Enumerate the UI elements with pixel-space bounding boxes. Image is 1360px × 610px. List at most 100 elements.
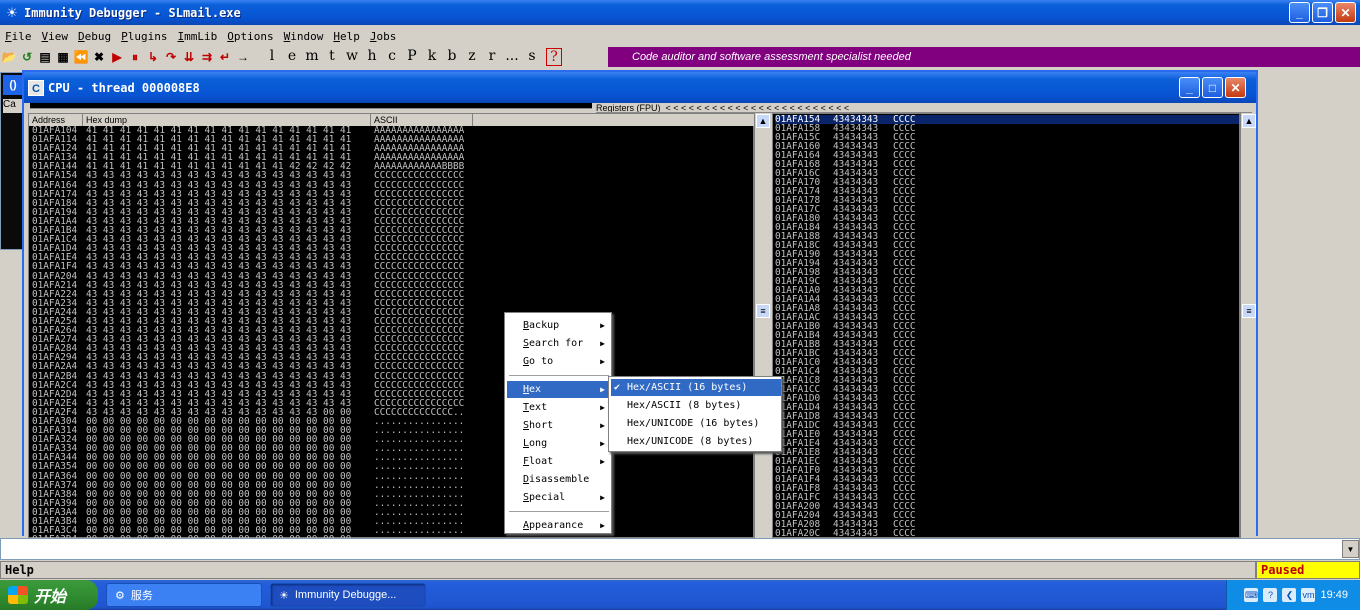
open-folder-icon[interactable]: 📂 — [0, 48, 18, 66]
minimize-button[interactable]: _ — [1289, 2, 1310, 23]
immunity-app-icon: ☀ — [6, 4, 18, 20]
context-item-special[interactable]: Special ▶ — [507, 489, 611, 506]
stack-scroll-up-icon[interactable]: ▲ — [1242, 114, 1256, 128]
disassembly-pane-strip[interactable] — [30, 103, 592, 109]
toolbar-button-6[interactable]: c — [382, 48, 402, 66]
taskbar-item-immunity[interactable]: ☀ Immunity Debugge... — [270, 583, 426, 607]
menu-file[interactable]: File — [0, 30, 37, 43]
close-process-icon[interactable]: ✖ — [90, 48, 108, 66]
context-item-go-to[interactable]: Go to ▶ — [507, 353, 611, 370]
submenu-arrow-icon: ▶ — [600, 321, 605, 330]
context-item-appearance[interactable]: Appearance ▶ — [507, 517, 611, 534]
context-item-disassemble[interactable]: Disassemble — [507, 471, 611, 488]
banner-ad[interactable]: Code auditor and software assessment spe… — [608, 47, 1360, 67]
view-memory-icon[interactable]: ▤ — [36, 48, 54, 66]
vmware-icon[interactable]: vm — [1301, 588, 1316, 602]
menu-debug[interactable]: Debug — [73, 30, 116, 43]
toolbar-button-9[interactable]: b — [442, 48, 462, 66]
command-input[interactable]: ▼ — [0, 538, 1360, 560]
scroll-up-icon[interactable]: ▲ — [756, 114, 770, 128]
step-into-icon[interactable]: ↳ — [144, 48, 162, 66]
menu-jobs[interactable]: Jobs — [365, 30, 402, 43]
start-button[interactable]: 开始 — [0, 580, 98, 610]
execute-till-return-icon[interactable]: ↵ — [216, 48, 234, 66]
context-item-hex[interactable]: Hex ▶ — [507, 381, 611, 398]
toolbar-button-3[interactable]: t — [322, 48, 342, 66]
run-icon[interactable]: ▶ — [108, 48, 126, 66]
pause-icon[interactable]: ⏸ — [126, 48, 144, 66]
toolbar-button-11[interactable]: r — [482, 48, 502, 66]
toolbar-button-0[interactable]: l — [262, 48, 282, 66]
context-item-label: Appearance — [523, 520, 584, 531]
submenu-arrow-icon: ▶ — [600, 439, 605, 448]
keyboard-icon[interactable]: ⌨ — [1244, 588, 1259, 602]
submenu-item-2[interactable]: Hex/UNICODE (16 bytes) — [611, 415, 781, 432]
toolbar-button-13[interactable]: s — [522, 48, 542, 66]
stack-scrollbar[interactable]: ▲ ≡ — [1240, 113, 1256, 538]
background-child-window[interactable]: () Ca — [0, 72, 24, 250]
toolbar-button-1[interactable]: e — [282, 48, 302, 66]
go-to-icon[interactable]: → — [234, 48, 252, 66]
cpu-close-button[interactable]: ✕ — [1225, 77, 1246, 98]
help-icon[interactable]: ? — [1263, 588, 1278, 602]
start-label: 开始 — [34, 589, 67, 606]
toolbar-button-7[interactable]: P — [402, 48, 422, 66]
cpu-titlebar[interactable]: C CPU - thread 000008E8 _ □ ✕ — [24, 72, 1256, 103]
cpu-minimize-button[interactable]: _ — [1179, 77, 1200, 98]
taskbar-item-services[interactable]: ⚙ 服务 — [106, 583, 262, 607]
menu-help[interactable]: Help — [328, 30, 365, 43]
step-over-icon[interactable]: ↷ — [162, 48, 180, 66]
submenu-item-1[interactable]: Hex/ASCII (8 bytes) — [611, 397, 781, 414]
dump-header-ascii[interactable]: ASCII — [371, 114, 473, 126]
dump-header: Address Hex dump ASCII — [29, 114, 755, 126]
menu-immlib[interactable]: ImmLib — [173, 30, 223, 43]
context-menu: Backup ▶ Search for ▶ Go to ▶ Hex ▶ Text ▶ Short ▶ L… — [504, 312, 612, 534]
rewind-icon[interactable]: ⏪ — [72, 48, 90, 66]
cpu-window-icon: C — [28, 79, 44, 96]
context-item-float[interactable]: Float ▶ — [507, 453, 611, 470]
submenu-item-0[interactable]: ✔ Hex/ASCII (16 bytes) — [611, 379, 781, 396]
toolbar-button-2[interactable]: m — [302, 48, 322, 66]
app-titlebar[interactable]: ☀ Immunity Debugger - SLmail.exe _ ❐ ✕ — [0, 0, 1360, 25]
dump-header-hex[interactable]: Hex dump — [83, 114, 371, 126]
cpu-maximize-button[interactable]: □ — [1202, 77, 1223, 98]
scroll-thumb[interactable]: ≡ — [756, 304, 770, 318]
context-item-label: Backup — [523, 320, 560, 331]
toolbar-button-10[interactable]: z — [462, 48, 482, 66]
toolbar-button-8[interactable]: k — [422, 48, 442, 66]
toolbar-button-4[interactable]: w — [342, 48, 362, 66]
back-arrow-icon[interactable]: ❮ — [1282, 588, 1297, 602]
close-button[interactable]: ✕ — [1335, 2, 1356, 23]
registers-pane-header[interactable]: Registers (FPU) < < < < < < < < < < < < … — [596, 103, 1252, 113]
menu-plugins[interactable]: Plugins — [116, 30, 172, 43]
stack-cell-address: 01AFA20C — [775, 528, 821, 537]
trace-over-icon[interactable]: ⇉ — [198, 48, 216, 66]
cpu-window: C CPU - thread 000008E8 _ □ ✕ Registers … — [22, 70, 1258, 538]
menu-window[interactable]: Window — [279, 30, 329, 43]
command-dropdown-icon[interactable]: ▼ — [1342, 540, 1359, 558]
dump-rows: 01AFA104 41 41 41 41 41 41 41 41 41 41 41… — [32, 126, 752, 538]
context-item-text[interactable]: Text ▶ — [507, 399, 611, 416]
stack-scroll-thumb[interactable]: ≡ — [1242, 304, 1256, 318]
stack-row[interactable]: 01AFA20C 43434343 CCCC — [775, 529, 1241, 537]
restore-button[interactable]: ❐ — [1312, 2, 1333, 23]
context-item-label: Short — [523, 420, 554, 431]
menu-view[interactable]: View — [37, 30, 74, 43]
context-item-short[interactable]: Short ▶ — [507, 417, 611, 434]
toolbar-button-12[interactable]: ... — [502, 48, 522, 66]
restart-icon[interactable]: ↺ — [18, 48, 36, 66]
context-item-long[interactable]: Long ▶ — [507, 435, 611, 452]
grid-icon[interactable]: ▦ — [54, 48, 72, 66]
menu-options[interactable]: Options — [222, 30, 278, 43]
toolbar-button-14[interactable]: ? — [546, 48, 562, 66]
dump-header-address[interactable]: Address — [29, 114, 83, 126]
trace-into-icon[interactable]: ⇊ — [180, 48, 198, 66]
submenu-item-3[interactable]: Hex/UNICODE (8 bytes) — [611, 433, 781, 450]
dump-scrollbar[interactable]: ▲ ≡ — [754, 113, 770, 538]
context-item-backup[interactable]: Backup ▶ — [507, 317, 611, 334]
toolbar-button-5[interactable]: h — [362, 48, 382, 66]
hex-dump-pane[interactable]: Address Hex dump ASCII 01AFA104 41 41 41 … — [28, 113, 755, 538]
stack-pane[interactable]: 01AFA154 43434343 CCCC 01AFA158 43434343 CCCC… — [772, 113, 1240, 538]
clock[interactable]: 19:49 — [1320, 589, 1348, 601]
context-item-search-for[interactable]: Search for ▶ — [507, 335, 611, 352]
